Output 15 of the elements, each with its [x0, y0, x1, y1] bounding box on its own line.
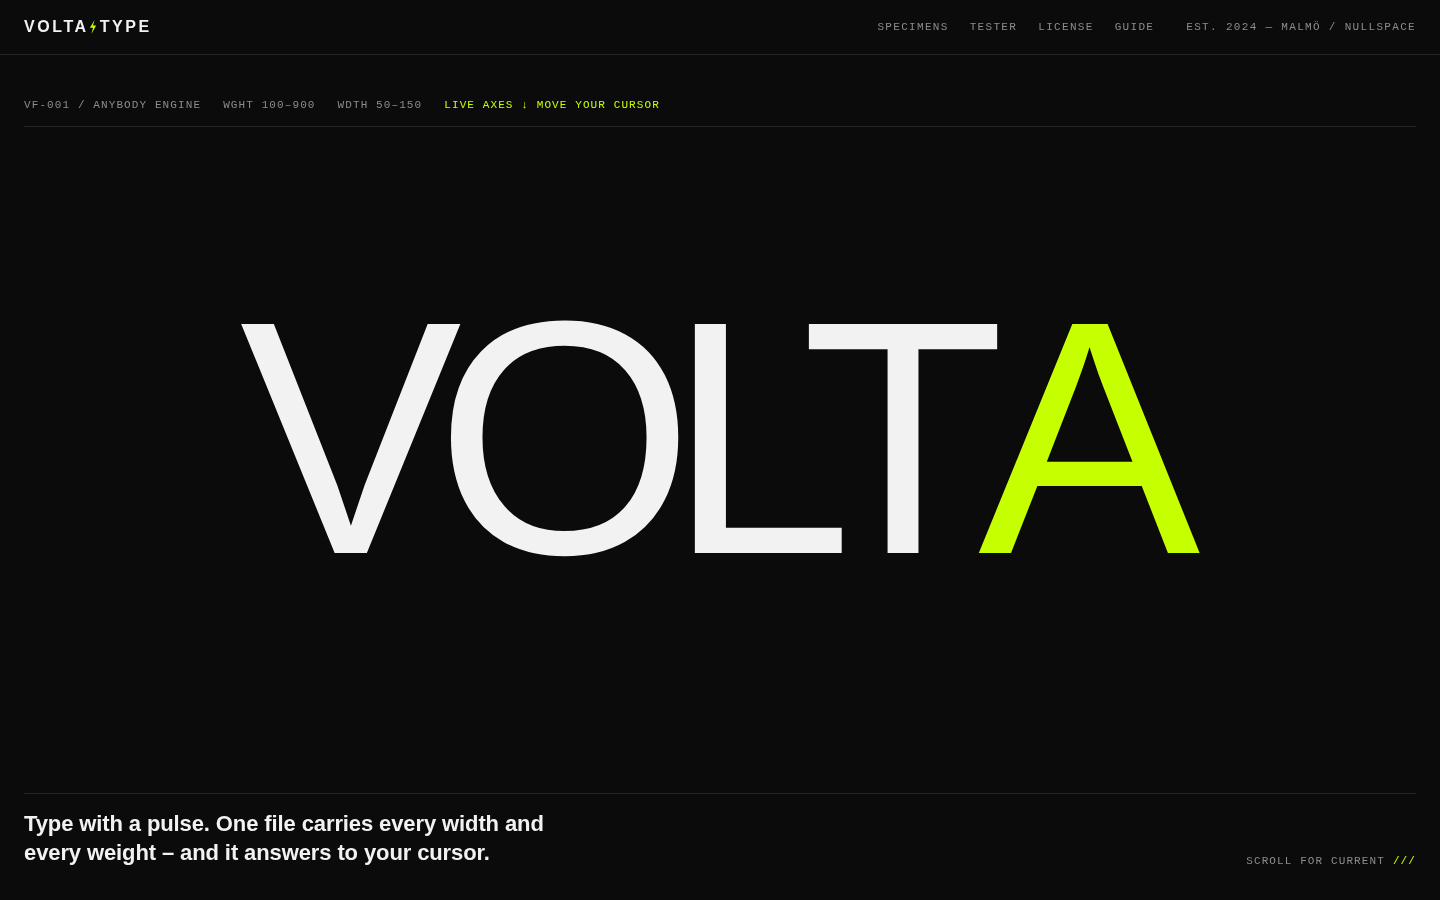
- hero-title: VOLTA: [239, 271, 1201, 605]
- axis-tag: WGHT 100–900: [223, 96, 316, 113]
- nav-link[interactable]: GUIDE: [1114, 18, 1155, 36]
- nav-link[interactable]: LICENSE: [1038, 18, 1094, 36]
- logo-link[interactable]: VOLTA TYPE: [24, 19, 152, 35]
- location-text: EST. 2024 — MALMÖ / NULLSPACE: [1186, 19, 1416, 35]
- live-axes-hint: LIVE AXES ↓ MOVE YOUR CURSOR: [444, 97, 660, 113]
- axis-tag: WDTH 50–150: [337, 96, 423, 113]
- tagline: Type with a pulse. One file carries every width and every weight – and it answers to your cursor.: [24, 810, 545, 867]
- nav-link[interactable]: SPECIMENS: [877, 18, 949, 36]
- lightning-bolt-icon: [88, 20, 97, 34]
- slash-marks: ///: [1392, 853, 1416, 869]
- scroll-hint: SCROLL FOR CURRENT: [1246, 853, 1385, 869]
- axis-tag: VF-001 / ANYBODY ENGINE: [24, 96, 202, 113]
- nav-link[interactable]: TESTER: [969, 18, 1018, 36]
